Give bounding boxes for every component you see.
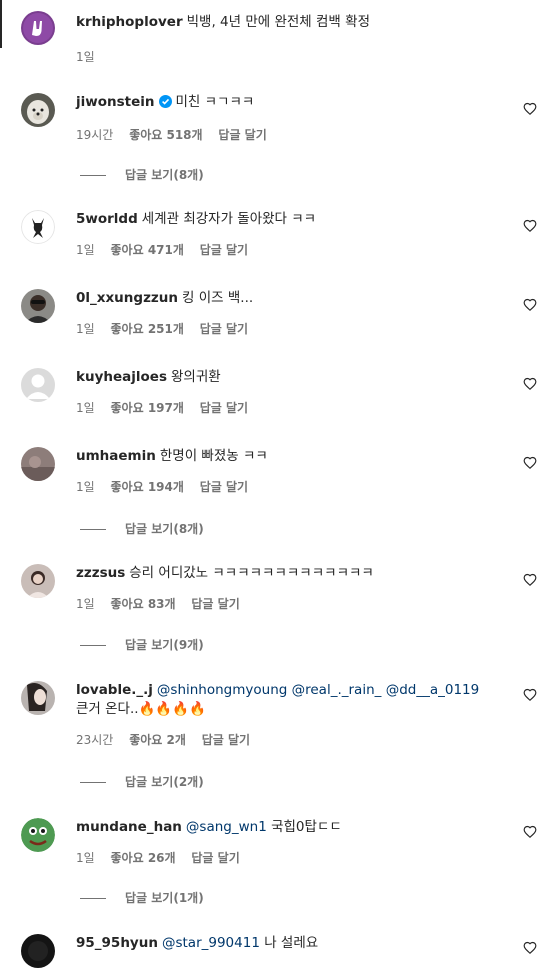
comment-username[interactable]: 95_95hyun	[76, 935, 158, 951]
comment-text: 한명이 빠졌농 ㅋㅋ	[159, 448, 268, 464]
heart-outline-icon[interactable]	[523, 573, 537, 587]
comment-username[interactable]: 5worldd	[76, 211, 138, 227]
comment-username[interactable]: lovable._.j	[76, 682, 153, 698]
mention-link[interactable]: @star_990411	[162, 935, 260, 951]
comment-text: 세계관 최강자가 돌아왔다 ㅋㅋ	[141, 211, 317, 227]
reply-button[interactable]: 답글 달기	[200, 322, 248, 336]
reply-button[interactable]: 답글 달기	[218, 128, 266, 142]
caption-username[interactable]: krhiphoplover	[76, 14, 183, 30]
like-count[interactable]: 좋아요 197개	[111, 401, 184, 415]
comment-timestamp[interactable]: 1일	[76, 401, 95, 415]
avatar[interactable]	[21, 447, 55, 481]
view-replies-label: 답글 보기(8개)	[125, 522, 204, 536]
comment-text: 미친 ㅋㄱㅋㅋ	[175, 94, 255, 110]
comment-text: 왕의귀환	[171, 369, 221, 385]
comment-timestamp[interactable]: 1일	[76, 851, 95, 865]
avatar[interactable]	[21, 818, 55, 852]
caption-indicator-bar	[0, 0, 2, 48]
reply-divider	[80, 529, 106, 530]
heart-outline-icon[interactable]	[523, 456, 537, 470]
comment-timestamp[interactable]: 1일	[76, 243, 95, 257]
reply-divider	[80, 782, 106, 783]
heart-outline-icon[interactable]	[523, 688, 537, 702]
reply-button[interactable]: 답글 달기	[200, 243, 248, 257]
avatar[interactable]	[21, 93, 55, 127]
like-count[interactable]: 좋아요 471개	[111, 243, 184, 257]
comment-username[interactable]: jiwonstein	[76, 94, 155, 110]
like-count[interactable]: 좋아요 251개	[111, 322, 184, 336]
reply-button[interactable]: 답글 달기	[200, 480, 248, 494]
comment-timestamp[interactable]: 19시간	[76, 128, 113, 142]
comment-text: 나 설레요	[264, 935, 319, 951]
like-count[interactable]: 좋아요 518개	[129, 128, 202, 142]
view-replies-button[interactable]: 답글 보기(8개)	[80, 521, 204, 537]
reply-divider	[80, 645, 106, 646]
avatar[interactable]	[21, 11, 55, 45]
reply-button[interactable]: 답글 달기	[191, 851, 239, 865]
heart-outline-icon[interactable]	[523, 219, 537, 233]
view-replies-label: 답글 보기(1개)	[125, 891, 204, 905]
like-count[interactable]: 좋아요 2개	[129, 733, 186, 747]
avatar[interactable]	[21, 210, 55, 244]
comment-text: 킹 이즈 백...	[182, 290, 254, 306]
comment-username[interactable]: zzzsus	[76, 565, 125, 581]
view-replies-label: 답글 보기(9개)	[125, 638, 204, 652]
heart-outline-icon[interactable]	[523, 298, 537, 312]
like-count[interactable]: 좋아요 83개	[111, 597, 176, 611]
comment-username[interactable]: mundane_han	[76, 819, 182, 835]
caption-text: 빅뱅, 4년 만에 완전체 컴백 확정	[186, 14, 370, 30]
comment-username[interactable]: umhaemin	[76, 448, 156, 464]
reply-button[interactable]: 답글 달기	[200, 401, 248, 415]
comment-timestamp[interactable]: 1일	[76, 597, 95, 611]
mention-link[interactable]: @real_._rain_	[292, 682, 382, 698]
avatar[interactable]	[21, 681, 55, 715]
view-replies-label: 답글 보기(8개)	[125, 168, 204, 182]
comment-text: 국힙0탑ㄷㄷ	[271, 819, 342, 835]
mention-link[interactable]: @sang_wn1	[186, 819, 267, 835]
comment-timestamp[interactable]: 1일	[76, 480, 95, 494]
comment-text: 승리 어디갔노 ㅋㅋㅋㅋㅋㅋㅋㅋㅋㅋㅋㅋㅋ	[129, 565, 374, 581]
reply-divider	[80, 175, 106, 176]
comment-username[interactable]: kuyheajloes	[76, 369, 167, 385]
like-count[interactable]: 좋아요 194개	[111, 480, 184, 494]
avatar[interactable]	[21, 564, 55, 598]
view-replies-button[interactable]: 답글 보기(1개)	[80, 890, 204, 906]
comment-text: 큰거 온다..🔥🔥🔥🔥	[76, 701, 206, 717]
avatar[interactable]	[21, 934, 55, 968]
comment-timestamp[interactable]: 23시간	[76, 733, 113, 747]
heart-outline-icon[interactable]	[523, 102, 537, 116]
like-count[interactable]: 좋아요 26개	[111, 851, 176, 865]
view-replies-button[interactable]: 답글 보기(8개)	[80, 167, 204, 183]
reply-button[interactable]: 답글 달기	[202, 733, 250, 747]
view-replies-button[interactable]: 답글 보기(2개)	[80, 774, 204, 790]
comment-timestamp[interactable]: 1일	[76, 322, 95, 336]
reply-button[interactable]: 답글 달기	[191, 597, 239, 611]
heart-outline-icon[interactable]	[523, 377, 537, 391]
avatar[interactable]	[21, 289, 55, 323]
mention-link[interactable]: @dd__a_0119	[386, 682, 480, 698]
caption-timestamp[interactable]: 1일	[76, 50, 95, 64]
avatar[interactable]	[21, 368, 55, 402]
heart-outline-icon[interactable]	[523, 825, 537, 839]
mention-link[interactable]: @shinhongmyoung	[157, 682, 287, 698]
view-replies-label: 답글 보기(2개)	[125, 775, 204, 789]
verified-badge-icon	[158, 95, 172, 114]
reply-divider	[80, 898, 106, 899]
view-replies-button[interactable]: 답글 보기(9개)	[80, 637, 204, 653]
heart-outline-icon[interactable]	[523, 941, 537, 955]
comment-username[interactable]: 0l_xxungzzun	[76, 290, 178, 306]
